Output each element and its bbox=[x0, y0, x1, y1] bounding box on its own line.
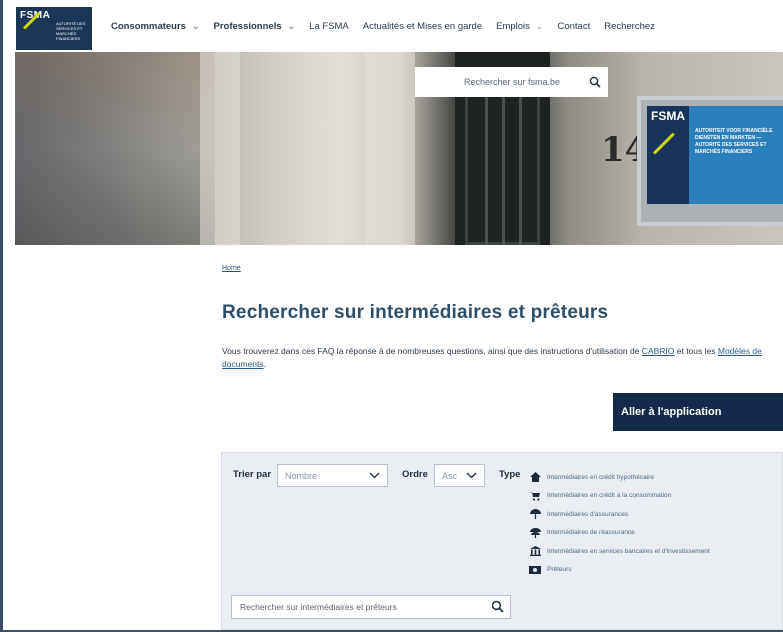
hero-street-background bbox=[15, 52, 215, 245]
type-item-label: Intermédiaires en crédit à la consommati… bbox=[547, 492, 672, 500]
logo-small-text: Autorité des services et marchés financi… bbox=[56, 21, 86, 41]
house-icon bbox=[529, 472, 541, 483]
intro-text: Vous trouverez dans ces FAQ la réponse à… bbox=[222, 345, 783, 371]
plaque-text: Autoriteit voor financiële diensten en m… bbox=[695, 128, 773, 155]
chevron-down-icon: ⌄ bbox=[287, 20, 296, 31]
window-frame-left bbox=[0, 0, 3, 632]
nav-item-consommateurs[interactable]: Consommateurs ⌄ bbox=[111, 21, 200, 32]
type-item-label: Intermédiaires en crédit hypothécaire bbox=[547, 473, 654, 481]
nav-item-label: Emplois bbox=[496, 20, 530, 32]
nav-item-label: La FSMA bbox=[309, 20, 349, 32]
main-nav: Consommateurs ⌄ Professionnels ⌄ La FSMA… bbox=[111, 0, 669, 52]
intro-middle: et tous les bbox=[674, 346, 718, 356]
intermediaries-search-input[interactable]: Rechercher sur intermédiaires et prêteur… bbox=[240, 602, 397, 612]
sort-select-value: Nombre bbox=[285, 470, 318, 481]
sort-select[interactable]: Nombre bbox=[277, 464, 388, 487]
hero-banner: 14 FSMA Autoriteit voor financiële diens… bbox=[15, 52, 783, 245]
type-item-label: Intermédiaires de réassurance bbox=[547, 529, 635, 537]
nav-item-emplois[interactable]: Emplois ⌄ bbox=[496, 21, 543, 32]
nav-item-recherchez[interactable]: Recherchez bbox=[604, 21, 655, 32]
hero-pillar bbox=[365, 52, 415, 245]
door-bar bbox=[485, 82, 488, 245]
nav-item-la-fsma[interactable]: La FSMA bbox=[309, 21, 349, 32]
type-item-assurances[interactable]: Intermédiaires d'assurances bbox=[529, 505, 710, 524]
filter-panel: Trier par Nombre Ordre Asc Type Interméd… bbox=[221, 452, 783, 630]
banknote-icon bbox=[529, 565, 541, 575]
type-item-label: Prêteurs bbox=[547, 566, 572, 574]
type-item-reassurance[interactable]: Intermédiaires de réassurance bbox=[529, 524, 710, 543]
type-item-credit-consommation[interactable]: Intermédiaires en crédit à la consommati… bbox=[529, 487, 710, 506]
order-select[interactable]: Asc bbox=[434, 464, 485, 487]
nav-item-label: Professionnels bbox=[213, 20, 282, 32]
umbrella-double-icon bbox=[529, 527, 541, 538]
nav-item-professionnels[interactable]: Professionnels ⌄ bbox=[214, 21, 296, 32]
intro-before: Vous trouverez dans ces FAQ la réponse à… bbox=[222, 346, 642, 356]
search-icon[interactable] bbox=[582, 76, 608, 88]
type-list: Intermédiaires en crédit hypothécaire In… bbox=[529, 468, 710, 579]
cabrio-link[interactable]: CABRIO bbox=[642, 346, 675, 356]
sort-label: Trier par bbox=[233, 469, 272, 480]
type-item-services-bancaires[interactable]: Intermédiaires en services bancaires et … bbox=[529, 542, 710, 561]
intermediaries-search-box[interactable]: Rechercher sur intermédiaires et prêteur… bbox=[231, 595, 511, 619]
intro-after: . bbox=[263, 359, 266, 369]
type-label: Type bbox=[499, 469, 521, 480]
door-bar bbox=[519, 82, 522, 245]
search-icon[interactable] bbox=[491, 600, 504, 615]
order-select-value: Asc bbox=[442, 470, 458, 481]
site-search-box[interactable]: Rechercher sur fsma.be bbox=[415, 67, 608, 97]
type-item-preteurs[interactable]: Prêteurs bbox=[529, 561, 710, 580]
chevron-down-icon bbox=[369, 472, 380, 479]
nav-item-actualites[interactable]: Actualités et Mises en garde bbox=[363, 21, 482, 32]
nav-item-contact[interactable]: Contact bbox=[557, 21, 590, 32]
umbrella-icon bbox=[529, 509, 541, 520]
door-bar bbox=[502, 82, 505, 245]
type-item-credit-hypothecaire[interactable]: Intermédiaires en crédit hypothécaire bbox=[529, 468, 710, 487]
nav-item-label: Actualités et Mises en garde bbox=[362, 20, 483, 32]
order-label: Ordre bbox=[402, 469, 428, 480]
bank-icon bbox=[529, 546, 541, 557]
cart-icon bbox=[529, 491, 541, 501]
site-header: FSMA Autorité des services et marchés fi… bbox=[3, 0, 783, 52]
plaque-word: FSMA bbox=[651, 109, 685, 123]
chevron-down-icon bbox=[466, 472, 477, 479]
nav-item-label: Contact bbox=[557, 20, 591, 32]
chevron-down-icon: ⌄ bbox=[535, 20, 544, 31]
type-item-label: Intermédiaires en services bancaires et … bbox=[547, 547, 710, 555]
site-search-input[interactable]: Rechercher sur fsma.be bbox=[415, 77, 582, 87]
breadcrumb-home[interactable]: Home bbox=[222, 265, 241, 272]
nav-item-label: Consommateurs bbox=[111, 20, 186, 32]
hero-pillar bbox=[200, 52, 240, 245]
go-to-application-button[interactable]: Aller à l'application bbox=[613, 393, 783, 431]
fsma-logo[interactable]: FSMA Autorité des services et marchés fi… bbox=[16, 7, 92, 50]
page-title: Rechercher sur intermédiaires et prêteur… bbox=[222, 302, 609, 323]
type-item-label: Intermédiaires d'assurances bbox=[547, 510, 629, 518]
nav-item-label: Recherchez bbox=[604, 20, 655, 32]
fsma-plaque: FSMA Autoriteit voor financiële diensten… bbox=[637, 96, 783, 226]
chevron-down-icon: ⌄ bbox=[191, 20, 200, 31]
